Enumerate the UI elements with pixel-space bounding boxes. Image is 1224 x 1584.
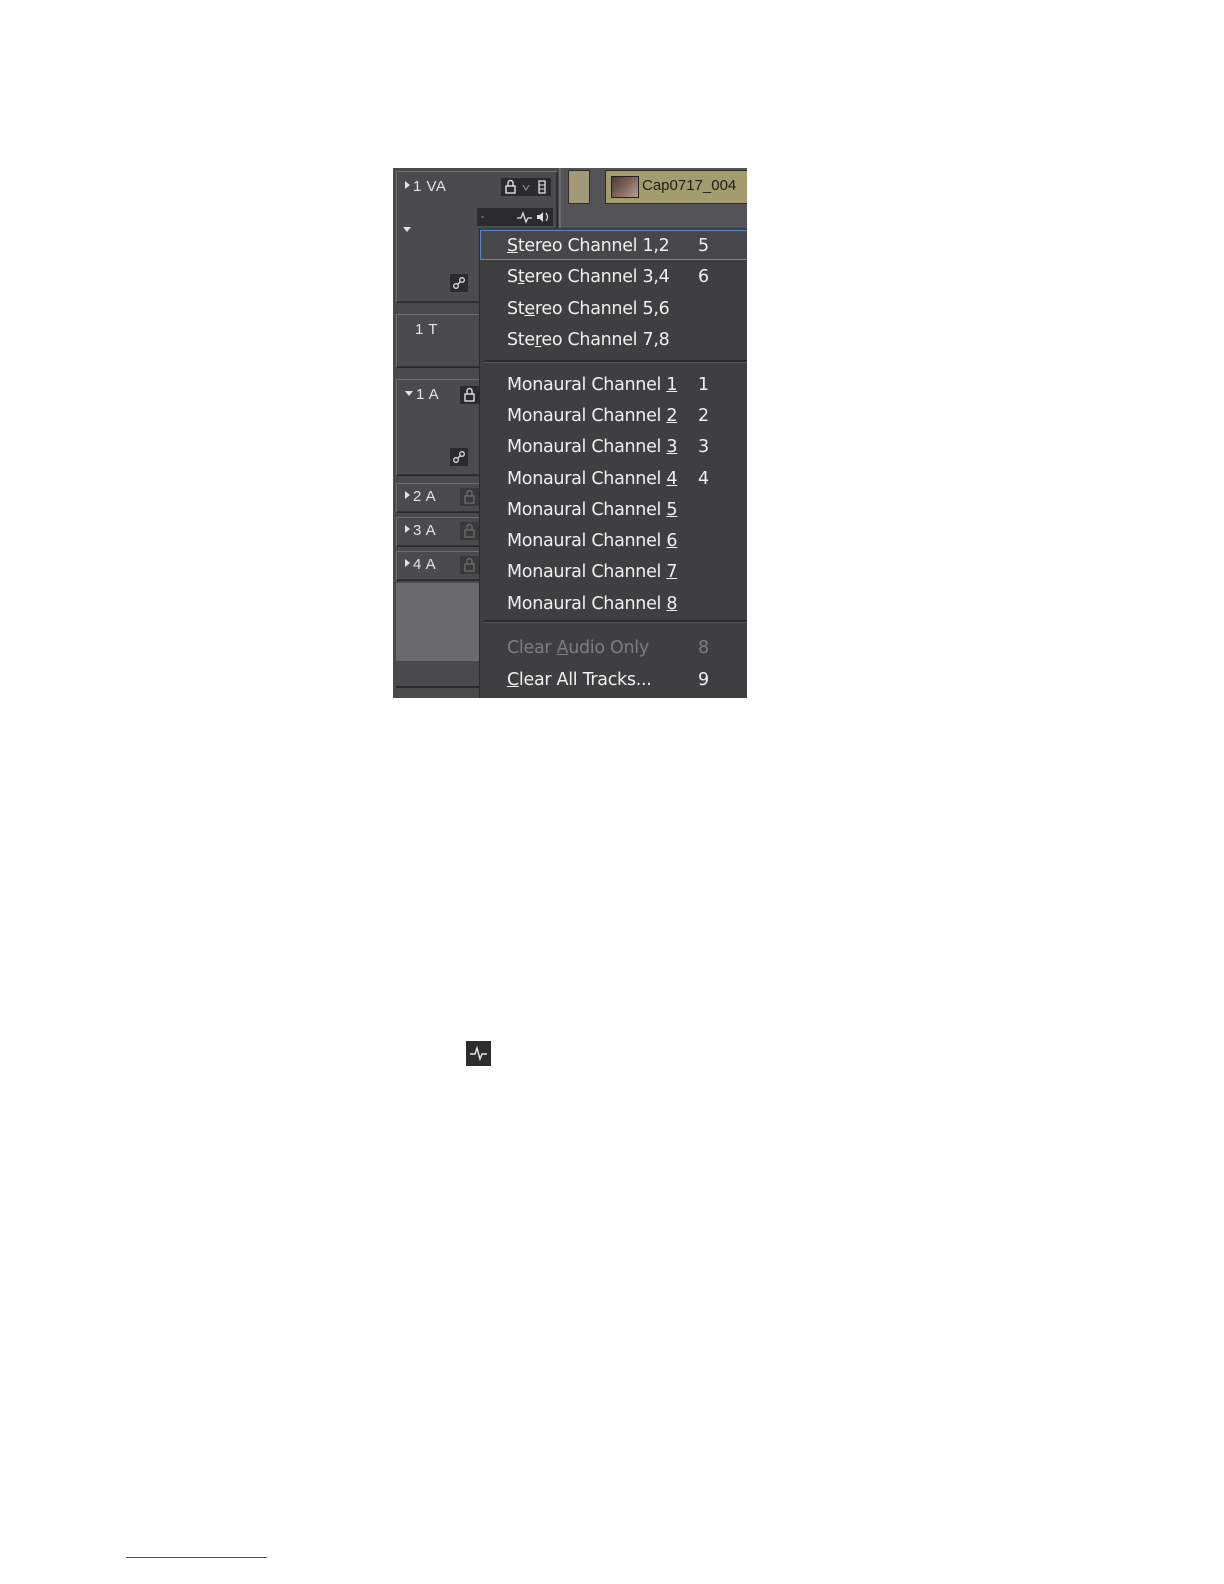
track-1a-link-icon[interactable]	[450, 448, 468, 466]
menu-item-shortcut: 2	[698, 406, 710, 426]
channel-context-menu: Stereo Channel 1,2 5 Stereo Channel 3,4 6 St…	[479, 228, 747, 698]
menu-item-shortcut: 5	[698, 236, 710, 256]
screenshot: 1 VA 1 T 1 A 2 A 3 A 4 A Cap0717_004 Ste…	[393, 168, 747, 698]
menu-item-clear-0: Clear Audio Only 8	[480, 632, 747, 662]
menu-separator	[484, 360, 747, 363]
menu-mnemonic: C	[507, 670, 519, 690]
menu-item-label: Monaural Channel 1	[507, 375, 678, 395]
menu-mnemonic: 7	[666, 562, 678, 582]
menu-item-label: Stereo Channel 1,2	[507, 236, 670, 256]
menu-item-shortcut: 4	[698, 469, 710, 489]
timeline-clip-small[interactable]	[568, 170, 590, 204]
menu-item-shortcut: 1	[698, 375, 710, 395]
menu-label-text: lear All Tracks...	[518, 670, 652, 690]
menu-label-text: udio Only	[568, 638, 649, 658]
menu-mnemonic: 4	[666, 469, 678, 489]
menu-label-text: S	[507, 267, 518, 287]
menu-mnemonic: 1	[666, 375, 678, 395]
track-4a-lock-icon[interactable]	[460, 556, 480, 574]
menu-item-label: Stereo Channel 3,4	[507, 267, 670, 287]
track-3a-label: 3 A	[405, 522, 436, 539]
menu-label-text: reo Channel 5,6	[534, 299, 670, 319]
menu-label-text: Monaural Channel	[507, 562, 667, 582]
track-1va-collapse-arrow[interactable]	[403, 220, 414, 239]
menu-label-text: St	[507, 299, 525, 319]
track-1va-label: 1 VA	[405, 178, 446, 195]
clip-name: Cap0717_004	[642, 177, 737, 194]
menu-separator	[484, 620, 747, 623]
menu-item-mono-1[interactable]: Monaural Channel 22	[480, 400, 747, 430]
menu-item-shortcut: 6	[698, 267, 710, 287]
menu-mnemonic: 5	[666, 500, 678, 520]
audio-waveform-icon[interactable]	[477, 208, 553, 226]
menu-item-label: Stereo Channel 5,6	[507, 299, 670, 319]
menu-label-text: tereo Channel 1,2	[517, 236, 670, 256]
menu-item-stereo-0[interactable]: Stereo Channel 1,2 5	[480, 230, 747, 260]
track-1a-label: 1 A	[405, 386, 439, 403]
track-2a-lock-icon[interactable]	[460, 488, 480, 506]
menu-mnemonic: 8	[666, 594, 678, 614]
menu-label-text: Monaural Channel	[507, 437, 667, 457]
clip-thumbnail	[611, 176, 639, 198]
menu-label-text: Monaural Channel	[507, 500, 667, 520]
menu-item-mono-6[interactable]: Monaural Channel 7	[480, 556, 747, 586]
menu-item-mono-2[interactable]: Monaural Channel 33	[480, 431, 747, 461]
track-1va-controls[interactable]	[501, 178, 551, 196]
menu-item-mono-7[interactable]: Monaural Channel 8	[480, 588, 747, 618]
menu-item-mono-0[interactable]: Monaural Channel 11	[480, 369, 747, 399]
track-1a-lock-icon[interactable]	[460, 386, 480, 404]
menu-label-text: Monaural Channel	[507, 406, 667, 426]
track-3a-lock-icon[interactable]	[460, 522, 480, 540]
menu-item-stereo-2[interactable]: Stereo Channel 5,6	[480, 293, 747, 323]
menu-item-label: Monaural Channel 3	[507, 437, 678, 457]
menu-item-label: Monaural Channel 7	[507, 562, 678, 582]
menu-item-shortcut: 9	[698, 670, 710, 690]
track-4a-label: 4 A	[405, 556, 436, 573]
menu-item-label: Clear Audio Only	[507, 638, 649, 658]
menu-label-text: Monaural Channel	[507, 594, 667, 614]
menu-item-mono-5[interactable]: Monaural Channel 6	[480, 525, 747, 555]
track-1va-audio-controls[interactable]	[477, 208, 553, 226]
menu-label-text: Clear	[507, 638, 557, 658]
menu-item-shortcut: 8	[698, 638, 710, 658]
menu-item-stereo-3[interactable]: Stereo Channel 7,8	[480, 324, 747, 354]
menu-item-shortcut: 3	[698, 437, 710, 457]
menu-item-mono-4[interactable]: Monaural Channel 5	[480, 494, 747, 524]
track-2a-label: 2 A	[405, 488, 436, 505]
menu-mnemonic: A	[556, 638, 569, 658]
menu-mnemonic: e	[524, 299, 535, 319]
menu-label-text: Monaural Channel	[507, 469, 667, 489]
audio-waveform-icon	[466, 1041, 491, 1066]
menu-label-text: Monaural Channel	[507, 531, 667, 551]
menu-item-stereo-1[interactable]: Stereo Channel 3,4 6	[480, 261, 747, 291]
menu-item-label: Monaural Channel 4	[507, 469, 678, 489]
track-1t-label: 1 T	[415, 321, 438, 338]
menu-mnemonic: S	[507, 236, 518, 256]
menu-label-text: eo Channel 7,8	[541, 330, 670, 350]
menu-item-label: Monaural Channel 8	[507, 594, 678, 614]
menu-label-text: Ste	[507, 330, 535, 350]
menu-item-label: Monaural Channel 6	[507, 531, 678, 551]
menu-mnemonic: 6	[666, 531, 678, 551]
menu-mnemonic: 2	[666, 406, 678, 426]
menu-item-label: Stereo Channel 7,8	[507, 330, 670, 350]
menu-label-text: Monaural Channel	[507, 375, 667, 395]
footnote-rule	[126, 1557, 267, 1558]
timeline-clip[interactable]: Cap0717_004	[605, 170, 747, 204]
link-icon[interactable]	[450, 274, 468, 292]
menu-item-label: Monaural Channel 2	[507, 406, 678, 426]
menu-item-label: Clear All Tracks...	[507, 670, 652, 690]
menu-item-mono-3[interactable]: Monaural Channel 44	[480, 463, 747, 493]
lock-icon[interactable]	[501, 178, 551, 196]
menu-item-clear-1[interactable]: Clear All Tracks... 9	[480, 664, 747, 694]
menu-label-text: ereo Channel 3,4	[524, 267, 670, 287]
menu-item-label: Monaural Channel 5	[507, 500, 678, 520]
menu-mnemonic: 3	[666, 437, 678, 457]
